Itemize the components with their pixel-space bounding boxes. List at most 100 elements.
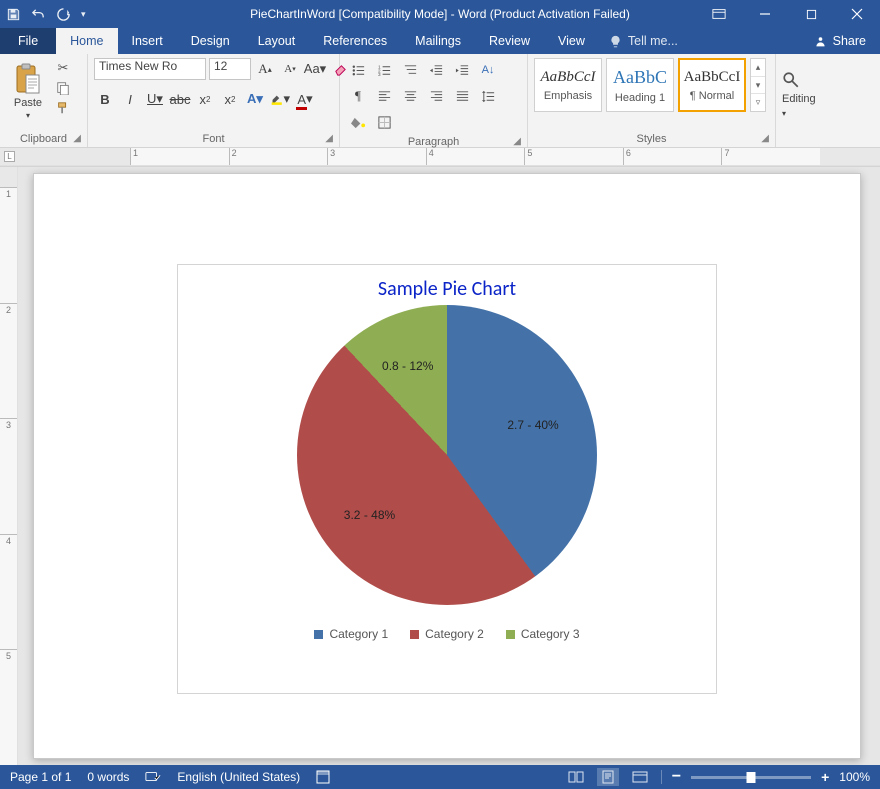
borders-button[interactable] bbox=[372, 110, 396, 134]
share-icon bbox=[814, 35, 827, 48]
borders-icon bbox=[377, 115, 392, 130]
legend-label: Category 3 bbox=[521, 627, 580, 641]
bullet-list-icon bbox=[351, 63, 366, 78]
zoom-level[interactable]: 100% bbox=[839, 770, 870, 784]
word-count[interactable]: 0 words bbox=[87, 770, 129, 784]
maximize-button[interactable] bbox=[788, 0, 834, 28]
text-effects-button[interactable]: A▾ bbox=[244, 88, 266, 110]
legend-item: Category 2 bbox=[410, 627, 484, 641]
justify-button[interactable] bbox=[450, 84, 474, 108]
bold-button[interactable]: B bbox=[94, 88, 116, 110]
tab-file[interactable]: File bbox=[0, 28, 56, 54]
tab-design[interactable]: Design bbox=[177, 28, 244, 54]
font-color-button[interactable]: A▾ bbox=[294, 88, 316, 110]
change-case-button[interactable]: Aa▾ bbox=[304, 58, 326, 80]
share-button[interactable]: Share bbox=[800, 28, 880, 54]
chevron-up-icon[interactable]: ▴ bbox=[751, 59, 765, 77]
close-button[interactable] bbox=[834, 0, 880, 28]
tab-mailings[interactable]: Mailings bbox=[401, 28, 475, 54]
dialog-launcher-icon[interactable]: ◢ bbox=[73, 133, 81, 144]
shading-button[interactable] bbox=[346, 110, 370, 134]
page-indicator[interactable]: Page 1 of 1 bbox=[10, 770, 71, 784]
tab-selector[interactable]: L bbox=[4, 151, 15, 162]
superscript-button[interactable]: x2 bbox=[219, 88, 241, 110]
svg-text:3: 3 bbox=[377, 72, 380, 77]
font-name-combo[interactable]: Times New Ro bbox=[94, 58, 206, 80]
style-emphasis[interactable]: AaBbCcI Emphasis bbox=[534, 58, 602, 112]
dialog-launcher-icon[interactable]: ◢ bbox=[513, 136, 521, 147]
show-marks-button[interactable]: ¶ bbox=[346, 84, 370, 108]
tab-references[interactable]: References bbox=[309, 28, 401, 54]
language-indicator[interactable]: English (United States) bbox=[177, 770, 300, 784]
tab-review[interactable]: Review bbox=[475, 28, 544, 54]
group-label-clipboard: Clipboard bbox=[20, 133, 67, 145]
copy-button[interactable] bbox=[54, 80, 72, 96]
align-center-button[interactable] bbox=[398, 84, 422, 108]
macro-icon[interactable] bbox=[316, 770, 330, 784]
styles-expand-icon[interactable]: ▿ bbox=[751, 94, 765, 111]
group-label-styles: Styles bbox=[637, 133, 667, 145]
align-center-icon bbox=[403, 89, 418, 104]
subscript-button[interactable]: x2 bbox=[194, 88, 216, 110]
horizontal-ruler[interactable]: L 1 2 3 4 5 6 7 bbox=[0, 148, 880, 166]
scissors-icon: ✂ bbox=[58, 60, 69, 76]
dialog-launcher-icon[interactable]: ◢ bbox=[325, 133, 333, 144]
highlight-button[interactable]: ▾ bbox=[269, 88, 291, 110]
legend-swatch bbox=[314, 630, 323, 639]
minimize-button[interactable] bbox=[742, 0, 788, 28]
underline-button[interactable]: U▾ bbox=[144, 88, 166, 110]
qat-customize-icon[interactable]: ▾ bbox=[81, 9, 86, 20]
styles-gallery-scroll[interactable]: ▴ ▾ ▿ bbox=[750, 58, 766, 112]
tab-view[interactable]: View bbox=[544, 28, 599, 54]
tab-layout[interactable]: Layout bbox=[244, 28, 310, 54]
bullets-button[interactable] bbox=[346, 58, 370, 82]
brush-icon bbox=[56, 101, 70, 115]
paste-button[interactable]: Paste ▾ bbox=[6, 58, 50, 124]
document-page[interactable]: Sample Pie Chart 2.7 - 40%3.2 - 48%0.8 -… bbox=[33, 173, 861, 759]
read-mode-button[interactable] bbox=[565, 768, 587, 786]
grow-font-button[interactable]: A▴ bbox=[254, 58, 276, 80]
number-list-icon: 123 bbox=[377, 63, 392, 78]
cut-button[interactable]: ✂ bbox=[54, 60, 72, 76]
tab-home[interactable]: Home bbox=[56, 28, 117, 54]
chevron-down-icon[interactable]: ▾ bbox=[751, 77, 765, 95]
vertical-ruler[interactable]: 1 2 3 4 5 bbox=[0, 167, 18, 765]
shrink-font-button[interactable]: A▾ bbox=[279, 58, 301, 80]
zoom-in-button[interactable]: + bbox=[821, 769, 829, 785]
align-left-button[interactable] bbox=[372, 84, 396, 108]
dialog-launcher-icon[interactable]: ◢ bbox=[761, 133, 769, 144]
zoom-slider[interactable] bbox=[691, 776, 811, 779]
save-icon[interactable] bbox=[6, 7, 21, 22]
outdent-icon bbox=[429, 63, 444, 78]
line-spacing-button[interactable] bbox=[476, 84, 500, 108]
multilevel-list-button[interactable] bbox=[398, 58, 422, 82]
style-heading1[interactable]: AaBbC Heading 1 bbox=[606, 58, 674, 112]
legend-swatch bbox=[506, 630, 515, 639]
highlighter-icon bbox=[270, 91, 283, 107]
sort-button[interactable]: A↓ bbox=[476, 58, 500, 82]
strikethrough-button[interactable]: abc bbox=[169, 88, 191, 110]
undo-icon[interactable] bbox=[31, 7, 46, 22]
ribbon: Paste ▾ ✂ Clipboard◢ Times New Ro 12 A▴ … bbox=[0, 54, 880, 148]
redo-icon[interactable] bbox=[56, 7, 71, 22]
ribbon-options-icon[interactable] bbox=[696, 0, 742, 28]
editing-button[interactable]: Editing ▾ bbox=[782, 58, 836, 131]
zoom-out-button[interactable]: − bbox=[672, 768, 681, 786]
style-normal[interactable]: AaBbCcI ¶ Normal bbox=[678, 58, 746, 112]
decrease-indent-button[interactable] bbox=[424, 58, 448, 82]
tell-me-search[interactable]: Tell me... bbox=[599, 28, 688, 54]
align-left-icon bbox=[377, 89, 392, 104]
web-layout-button[interactable] bbox=[629, 768, 651, 786]
font-size-combo[interactable]: 12 bbox=[209, 58, 251, 80]
format-painter-button[interactable] bbox=[54, 100, 72, 116]
increase-indent-button[interactable] bbox=[450, 58, 474, 82]
tab-insert[interactable]: Insert bbox=[118, 28, 177, 54]
print-layout-button[interactable] bbox=[597, 768, 619, 786]
align-right-button[interactable] bbox=[424, 84, 448, 108]
find-icon bbox=[782, 71, 800, 89]
chart-object[interactable]: Sample Pie Chart 2.7 - 40%3.2 - 48%0.8 -… bbox=[177, 264, 717, 694]
pie-slice-label: 3.2 - 48% bbox=[344, 508, 395, 522]
numbering-button[interactable]: 123 bbox=[372, 58, 396, 82]
italic-button[interactable]: I bbox=[119, 88, 141, 110]
spellcheck-icon[interactable] bbox=[145, 770, 161, 784]
